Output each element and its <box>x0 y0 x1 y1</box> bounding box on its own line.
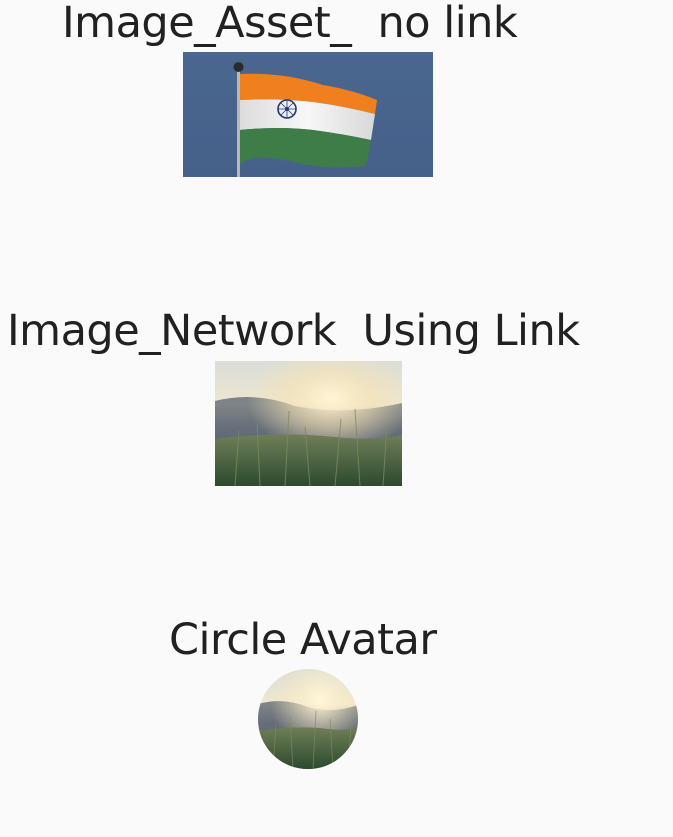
grass-sunset-image <box>215 361 402 486</box>
indian-flag-image <box>183 52 433 177</box>
circle-avatar-title: Circle Avatar <box>169 615 437 665</box>
image-asset-title: Image_Asset_ no link <box>62 0 518 48</box>
image-network-title: Image_Network Using Link <box>7 306 580 356</box>
circle-avatar <box>258 669 358 769</box>
